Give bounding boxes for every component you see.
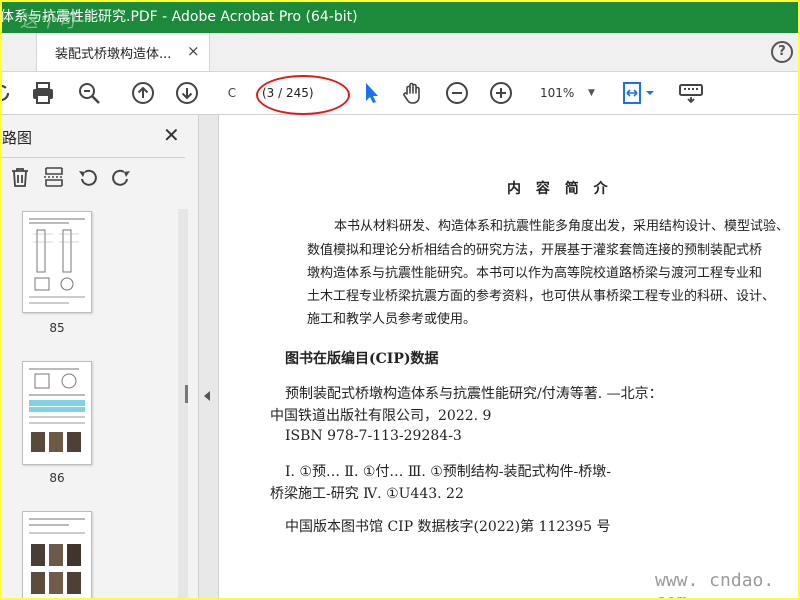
insert-page-icon[interactable] [42,165,66,189]
title-bar: 体系与抗震性能研究.PDF - Adobe Acrobat Pro (64-bi… [2,2,798,33]
acrobat-window: 体系与抗震性能研究.PDF - Adobe Acrobat Pro (64-bi… [2,2,798,598]
thumbnails-panel: 路图 ✕ 85 86 [2,115,199,598]
page-thumbnail[interactable] [22,511,92,598]
highlight-circle [256,75,350,115]
close-tab-icon[interactable]: × [187,42,200,60]
thumbnail-page-number: 85 [49,321,65,335]
help-icon[interactable]: ? [771,41,793,63]
cip-line: 桥梁施工-研究 Ⅳ. ①U443. 22 [270,486,464,502]
page-heading: 内 容 简 介 [507,181,613,197]
delete-icon[interactable] [8,165,32,189]
abstract-line: 土木工程专业桥梁抗震方面的参考资料，也可供从事桥梁工程专业的科研、设计、 [307,289,776,304]
page-number-input[interactable]: C [218,81,246,105]
select-tool-icon[interactable] [358,80,384,106]
page-watermark: www. cndao. com [655,570,775,598]
abstract-line: 数值模拟和理论分析相结合的研究方法，开展基于灌浆套筒连接的预制装配式桥 [307,243,763,258]
cip-line: 中国版本图书馆 CIP 数据核字(2022)第 112395 号 [285,519,611,535]
cip-line: ISBN 978-7-113-29284-3 [285,428,462,444]
cip-line: 中国铁道出版社有限公司，2022. 9 [270,408,492,424]
page-thumbnail[interactable] [22,361,92,465]
tab-bar: 装配式桥墩构造体... × ? [2,33,798,72]
document-page: 内 容 简 介 本书从材料研发、构造体系和抗震性能多角度出发，采用结构设计、模型… [219,115,798,598]
page-thumbnail[interactable] [22,211,92,313]
previous-page-icon[interactable] [130,80,156,106]
fit-page-icon[interactable] [620,80,658,106]
print-icon[interactable] [30,80,56,106]
zoom-select[interactable]: 101% ▼ [532,81,602,105]
resize-grip[interactable] [185,385,188,403]
abstract-line: 墩构造体系与抗震性能研究。本书可以作为高等院校道路桥梁与渡河工程专业和 [307,266,763,281]
sidebar-divider [2,157,185,158]
rotate-icon[interactable] [2,80,14,106]
zoom-out-icon[interactable] [444,80,470,106]
thumbnail-page-number: 86 [49,471,65,485]
zoom-in-icon[interactable] [488,80,514,106]
next-page-icon[interactable] [174,80,200,106]
abstract-line: 本书从材料研发、构造体系和抗震性能多角度出发，采用结构设计、模型试验、 [334,219,790,234]
collapse-arrow-icon[interactable] [204,391,210,401]
chevron-down-icon: ▼ [588,88,595,98]
toolbar: C (3 / 245) 101% ▼ [2,72,798,115]
document-tab[interactable]: 装配式桥墩构造体... × [36,33,210,71]
keyboard-icon[interactable] [678,80,704,106]
abstract-line: 施工和教学人员参考或使用。 [307,312,477,327]
sidebar-scrollbar[interactable] [178,209,188,598]
cip-title: 图书在版编目(CIP)数据 [285,351,439,367]
rotate-clockwise-icon[interactable] [109,165,133,189]
rotate-counterclockwise-icon[interactable] [76,165,100,189]
document-tab-label: 装配式桥墩构造体... [55,47,172,62]
cip-line: 预制装配式桥墩构造体系与抗震性能研究/付涛等著. —北京： [285,386,663,402]
close-sidebar-icon[interactable]: ✕ [163,123,180,147]
cip-line: Ⅰ. ①预… Ⅱ. ①付… Ⅲ. ①预制结构-装配式构件-桥墩- [285,464,611,480]
zoom-value: 101% [540,86,575,100]
sidebar-title: 路图 [2,129,33,147]
panel-collapse-handle[interactable] [185,115,219,598]
title-watermark: 这个可 [20,11,77,32]
zoom-search-icon[interactable] [76,80,102,106]
hand-tool-icon[interactable] [400,80,426,106]
